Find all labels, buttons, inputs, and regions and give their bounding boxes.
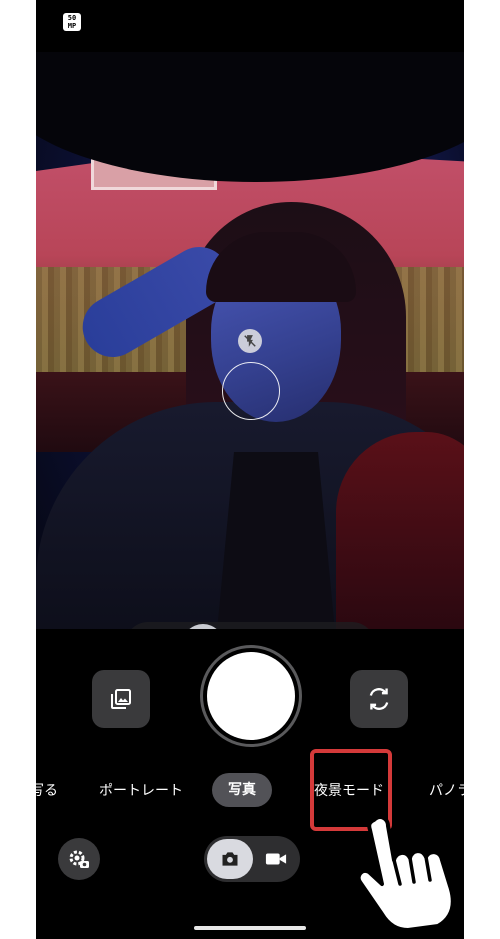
flash-off-icon[interactable] <box>238 329 262 353</box>
photo-video-toggle <box>204 836 300 882</box>
zoom-option-5x[interactable]: 5 <box>276 624 318 629</box>
camera-flip-icon <box>369 688 389 710</box>
zoom-option-1x[interactable]: 1× <box>182 624 225 629</box>
gallery-icon <box>111 689 131 709</box>
mp-badge-unit: MP <box>67 22 77 30</box>
video-camera-icon <box>265 853 287 865</box>
mode-item-panorama[interactable]: パノラ <box>429 780 464 800</box>
camera-settings-button[interactable] <box>58 838 100 880</box>
zoom-option-2x[interactable]: 2 <box>229 624 271 629</box>
zoom-selector: .5 1× 2 5 10 <box>125 622 375 629</box>
mp-badge-number: 50 <box>67 14 77 22</box>
mode-item-portrait[interactable]: ポートレート <box>99 780 183 800</box>
mode-item[interactable]: 写る <box>36 780 58 800</box>
zoom-option-0.5x[interactable]: .5 <box>135 624 177 629</box>
video-toggle-button[interactable] <box>256 839 296 879</box>
flip-camera-button[interactable] <box>350 670 408 728</box>
camera-viewfinder[interactable]: .5 1× 2 5 10 <box>36 52 464 629</box>
zoom-option-10x[interactable]: 10 <box>323 624 365 629</box>
shutter-button[interactable] <box>207 652 295 740</box>
gallery-button[interactable] <box>92 670 150 728</box>
hand-pointer-icon <box>356 815 455 932</box>
resolution-50mp-icon[interactable]: 50 MP <box>63 13 81 31</box>
photo-toggle-button[interactable] <box>207 839 253 879</box>
home-indicator[interactable] <box>194 926 306 930</box>
focus-ring <box>222 362 280 420</box>
subject-shirt <box>216 452 336 629</box>
mode-item-photo[interactable]: 写真 <box>212 773 272 807</box>
photo-camera-icon <box>222 852 238 866</box>
mode-carousel: 写る ポートレート 写真 夜景モード パノラ <box>36 773 464 809</box>
camera-settings-icon <box>69 850 89 868</box>
subject-jacket-lit <box>336 432 464 629</box>
camera-app: 50 MP .5 1× 2 5 10 <box>36 0 464 939</box>
